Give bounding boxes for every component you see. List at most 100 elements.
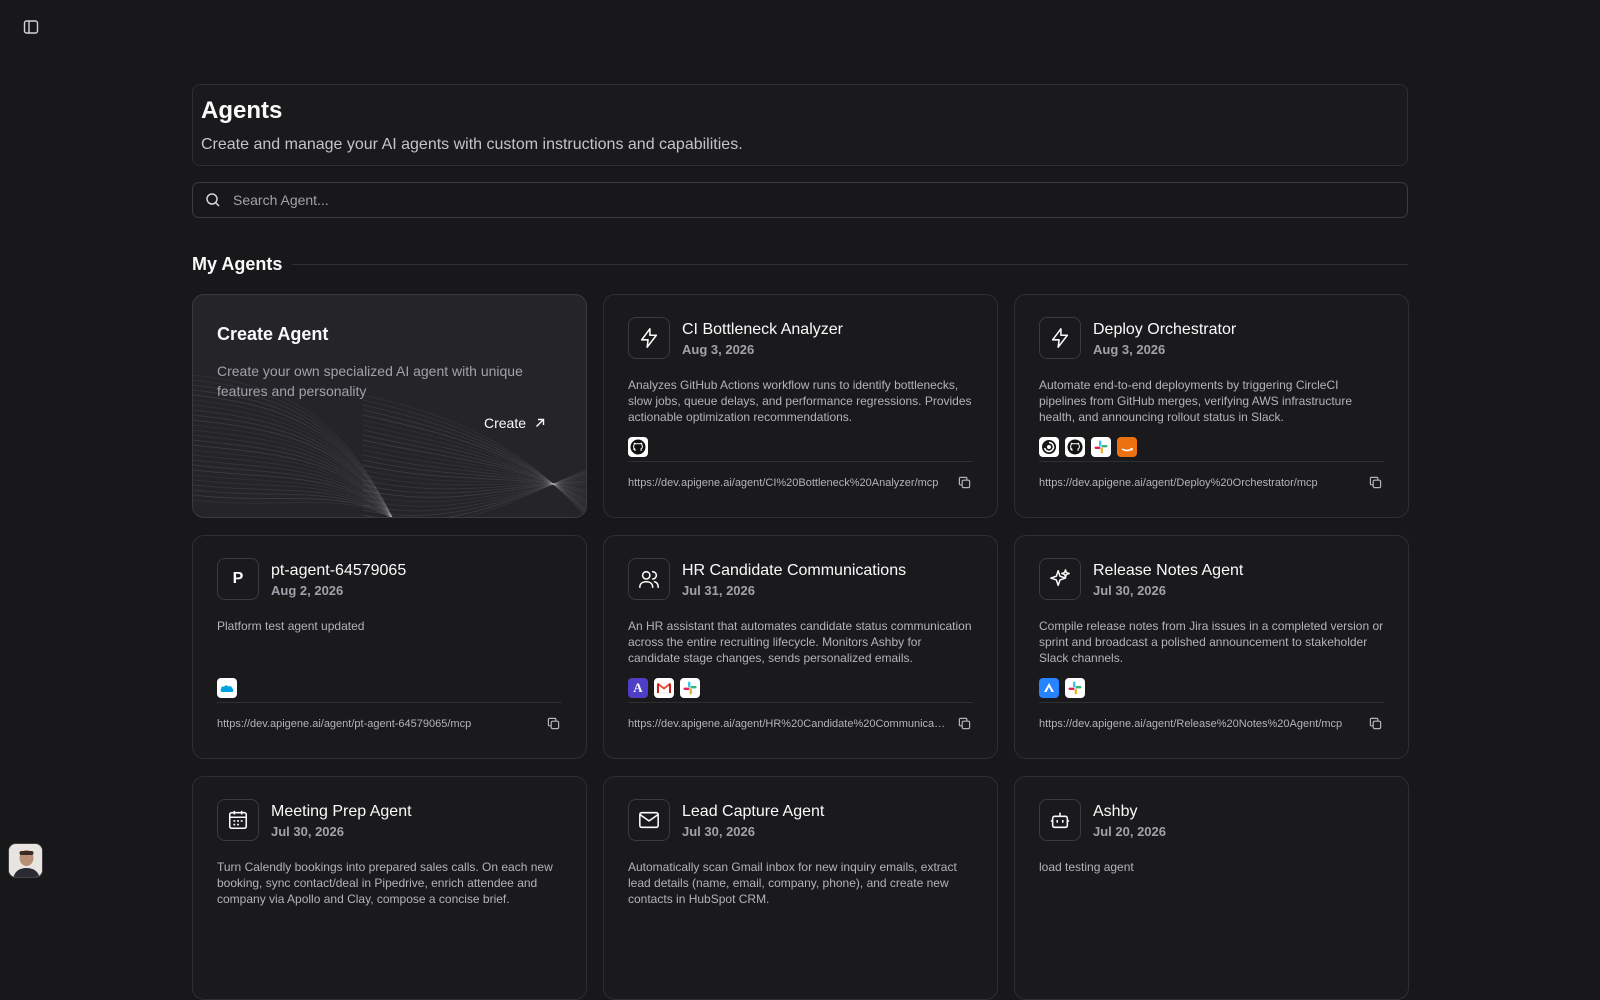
agent-name: CI Bottleneck Analyzer — [682, 320, 843, 338]
sparkles-icon — [1039, 558, 1081, 600]
agent-tools — [628, 437, 973, 457]
gmail-icon — [654, 678, 674, 698]
create-agent-card[interactable]: Create Agent Create your own specialized… — [192, 294, 587, 518]
copy-url-button[interactable] — [1369, 717, 1382, 730]
ashby-icon: A — [628, 678, 648, 698]
agent-tools — [217, 678, 562, 698]
agent-name: Lead Capture Agent — [682, 802, 825, 820]
agent-description: Automate end-to-end deployments by trigg… — [1039, 378, 1353, 424]
agent-date: Aug 3, 2026 — [1093, 341, 1166, 357]
sidebar-panel-icon — [23, 20, 39, 34]
agent-date: Jul 20, 2026 — [1093, 823, 1166, 839]
slack-icon — [1065, 678, 1085, 698]
copy-icon — [1369, 476, 1382, 489]
copy-url-button[interactable] — [958, 717, 971, 730]
user-avatar[interactable] — [8, 843, 43, 878]
agent-card-footer: https://dev.apigene.ai/agent/HR%20Candid… — [628, 702, 973, 742]
agent-description: Analyzes GitHub Actions workflow runs to… — [628, 378, 972, 424]
main-content: Agents Create and manage your AI agents … — [192, 84, 1409, 1000]
copy-url-button[interactable] — [958, 476, 971, 489]
wave-lines-decoration — [193, 374, 586, 517]
search-input[interactable] — [233, 192, 1407, 208]
agent-url: https://dev.apigene.ai/agent/HR%20Candid… — [628, 717, 946, 730]
agent-card[interactable]: HR Candidate Communications Jul 31, 2026… — [603, 535, 998, 759]
agent-description: Platform test agent updated — [217, 619, 365, 633]
agent-name: HR Candidate Communications — [682, 561, 907, 579]
copy-icon — [958, 476, 971, 489]
letter-p-icon: P — [217, 558, 259, 600]
agent-name: pt-agent-64579065 — [271, 561, 407, 579]
agent-url: https://dev.apigene.ai/agent/pt-agent-64… — [217, 717, 472, 730]
create-button-label: Create — [483, 415, 526, 431]
agent-card-footer: https://dev.apigene.ai/agent/CI%20Bottle… — [628, 461, 973, 501]
copy-icon — [1369, 717, 1382, 730]
agent-card-header: CI Bottleneck Analyzer Aug 3, 2026 — [628, 317, 973, 359]
agent-name: Ashby — [1093, 802, 1138, 820]
agent-tools — [1039, 437, 1384, 457]
avatar-image-icon — [9, 844, 42, 877]
agent-card-header: HR Candidate Communications Jul 31, 2026 — [628, 558, 973, 600]
sidebar-toggle-button[interactable] — [20, 16, 42, 38]
salesforce-icon — [217, 678, 237, 698]
copy-url-button[interactable] — [1369, 476, 1382, 489]
github-icon — [628, 437, 648, 457]
agent-card[interactable]: CI Bottleneck Analyzer Aug 3, 2026 Analy… — [603, 294, 998, 518]
users-icon — [628, 558, 670, 600]
agent-description: An HR assistant that automates candidate… — [628, 619, 972, 665]
agent-card[interactable]: Release Notes Agent Jul 30, 2026 Compile… — [1014, 535, 1409, 759]
agent-tools — [1039, 678, 1384, 698]
section-header: My Agents — [192, 254, 1408, 275]
agent-card-header: P pt-agent-64579065 Aug 2, 2026 — [217, 558, 562, 600]
mail-icon — [628, 799, 670, 841]
agent-card-header: Ashby Jul 20, 2026 — [1039, 799, 1384, 841]
create-agent-title: Create Agent — [217, 324, 329, 344]
agent-card[interactable]: P pt-agent-64579065 Aug 2, 2026 Platform… — [192, 535, 587, 759]
aws-icon — [1117, 437, 1137, 457]
page-header: Agents Create and manage your AI agents … — [192, 84, 1408, 166]
agent-card-header: Release Notes Agent Jul 30, 2026 — [1039, 558, 1384, 600]
page-subtitle: Create and manage your AI agents with cu… — [201, 136, 743, 153]
agent-name: Release Notes Agent — [1093, 561, 1244, 579]
agent-date: Jul 30, 2026 — [271, 823, 344, 839]
agent-date: Aug 2, 2026 — [271, 582, 344, 598]
page-title: Agents — [201, 97, 283, 124]
search-icon — [206, 193, 220, 207]
agent-date: Jul 30, 2026 — [1093, 582, 1166, 598]
calendar-icon — [217, 799, 259, 841]
agent-card-header: Lead Capture Agent Jul 30, 2026 — [628, 799, 973, 841]
agent-card[interactable]: Meeting Prep Agent Jul 30, 2026 Turn Cal… — [192, 776, 587, 1000]
search-bar — [192, 182, 1408, 218]
agent-date: Aug 3, 2026 — [682, 341, 755, 357]
agent-card[interactable]: Deploy Orchestrator Aug 3, 2026 Automate… — [1014, 294, 1409, 518]
section-title: My Agents — [192, 254, 283, 274]
agent-card[interactable]: Lead Capture Agent Jul 30, 2026 Automati… — [603, 776, 998, 1000]
circleci-icon — [1039, 437, 1059, 457]
agent-card-footer: https://dev.apigene.ai/agent/Release%20N… — [1039, 702, 1384, 742]
agent-date: Jul 30, 2026 — [682, 823, 755, 839]
agent-description: Compile release notes from Jira issues i… — [1039, 619, 1384, 665]
agent-card-header: Meeting Prep Agent Jul 30, 2026 — [217, 799, 562, 841]
jira-icon — [1039, 678, 1059, 698]
copy-icon — [958, 717, 971, 730]
copy-url-button[interactable] — [547, 717, 560, 730]
agent-name: Meeting Prep Agent — [271, 802, 412, 820]
lightning-icon — [628, 317, 670, 359]
section-divider — [292, 264, 1408, 265]
agent-name: Deploy Orchestrator — [1093, 320, 1237, 338]
agent-date: Jul 31, 2026 — [682, 582, 755, 598]
slack-icon — [680, 678, 700, 698]
agent-url: https://dev.apigene.ai/agent/Release%20N… — [1039, 717, 1343, 730]
agent-grid: Create Agent Create your own specialized… — [192, 294, 1409, 1000]
github-icon — [1065, 437, 1085, 457]
bot-icon — [1039, 799, 1081, 841]
agent-url: https://dev.apigene.ai/agent/CI%20Bottle… — [628, 476, 939, 489]
agent-card-header: Deploy Orchestrator Aug 3, 2026 — [1039, 317, 1384, 359]
lightning-icon — [1039, 317, 1081, 359]
agent-card[interactable]: Ashby Jul 20, 2026 load testing agent — [1014, 776, 1409, 1000]
slack-icon — [1091, 437, 1111, 457]
agent-url: https://dev.apigene.ai/agent/Deploy%20Or… — [1039, 476, 1318, 489]
create-button[interactable]: Create — [484, 415, 546, 431]
agent-card-footer: https://dev.apigene.ai/agent/Deploy%20Or… — [1039, 461, 1384, 501]
arrow-up-right-icon — [536, 418, 545, 427]
agent-icon-letter: P — [232, 570, 244, 587]
